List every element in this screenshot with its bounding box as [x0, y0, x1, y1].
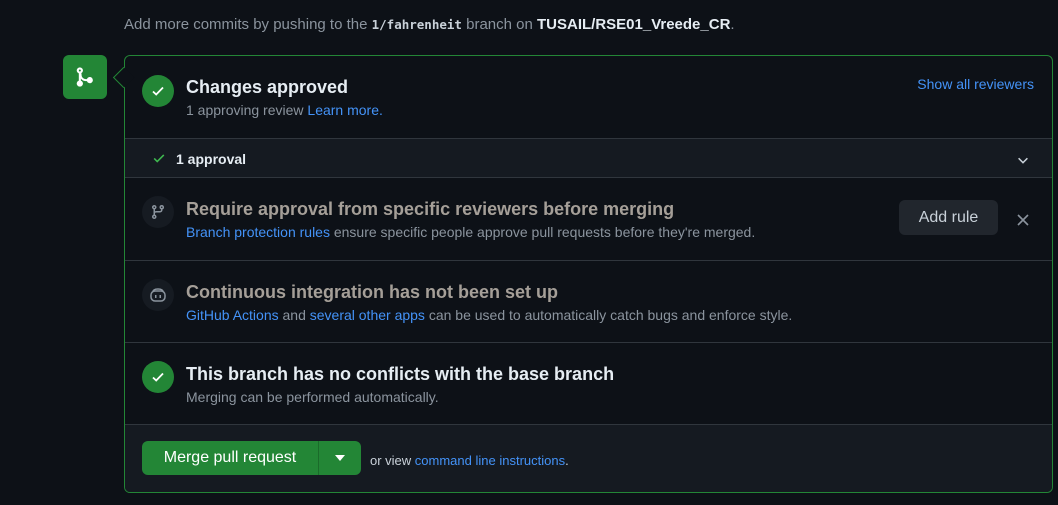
chevron-down-icon[interactable]	[1016, 153, 1030, 167]
merge-method-dropdown[interactable]	[318, 441, 361, 475]
show-all-reviewers-link[interactable]: Show all reviewers	[917, 76, 1034, 92]
require-approval-title: Require approval from specific reviewers…	[186, 199, 675, 219]
approved-section: Changes approved 1 approving review Lear…	[125, 56, 1052, 138]
ci-section: Continuous integration has not been set …	[125, 260, 1052, 342]
push-prefix: Add more commits by pushing to the	[124, 16, 372, 33]
command-line-link[interactable]: command line instructions	[415, 453, 565, 468]
branch-protection-link[interactable]: Branch protection rules	[186, 224, 330, 240]
approvals-toggle[interactable]: 1 approval	[125, 138, 1052, 177]
approving-review-text: 1 approving review	[186, 102, 308, 118]
check-circle-icon	[142, 75, 174, 107]
merge-box: Changes approved 1 approving review Lear…	[124, 55, 1053, 493]
ci-and: and	[278, 307, 310, 323]
ci-text: can be used to automatically catch bugs …	[424, 307, 793, 323]
branch-name: 1/fahrenheit	[371, 17, 462, 32]
copilot-icon	[142, 279, 174, 311]
add-rule-button[interactable]: Add rule	[899, 200, 998, 235]
other-apps-link[interactable]: several other apps	[310, 307, 425, 323]
approvals-count: 1 approval	[176, 151, 247, 167]
push-suffix: .	[730, 16, 735, 33]
cli-hint: or view command line instructions.	[370, 453, 569, 468]
check-circle-icon	[142, 361, 174, 393]
require-text: ensure specific people approve pull requ…	[329, 224, 756, 240]
check-icon	[153, 154, 165, 163]
git-branch-icon	[142, 196, 174, 228]
push-middle: branch on	[461, 16, 537, 33]
learn-more-link[interactable]: Learn more.	[307, 102, 382, 118]
no-conflicts-subtitle: Merging can be performed automatically.	[186, 389, 439, 405]
approved-title: Changes approved	[186, 77, 349, 97]
approved-subtitle: 1 approving review Learn more.	[186, 102, 383, 118]
github-actions-link[interactable]: GitHub Actions	[186, 307, 279, 323]
conflicts-section: This branch has no conflicts with the ba…	[125, 342, 1052, 424]
no-conflicts-title: This branch has no conflicts with the ba…	[186, 364, 615, 384]
ci-title: Continuous integration has not been set …	[186, 282, 558, 302]
cli-suffix: .	[565, 453, 569, 468]
caret-down-icon	[335, 455, 345, 461]
repo-name: TUSAIL/RSE01_Vreede_CR	[537, 16, 731, 33]
or-view-text: or view	[370, 453, 415, 468]
close-icon[interactable]	[1017, 214, 1029, 226]
git-merge-icon	[63, 55, 107, 99]
ci-desc: GitHub Actions and several other apps ca…	[186, 307, 792, 323]
merge-pull-request-button[interactable]: Merge pull request	[142, 441, 318, 475]
push-instructions: Add more commits by pushing to the 1/fah…	[124, 16, 735, 33]
require-approval-desc: Branch protection rules ensure specific …	[186, 224, 755, 240]
